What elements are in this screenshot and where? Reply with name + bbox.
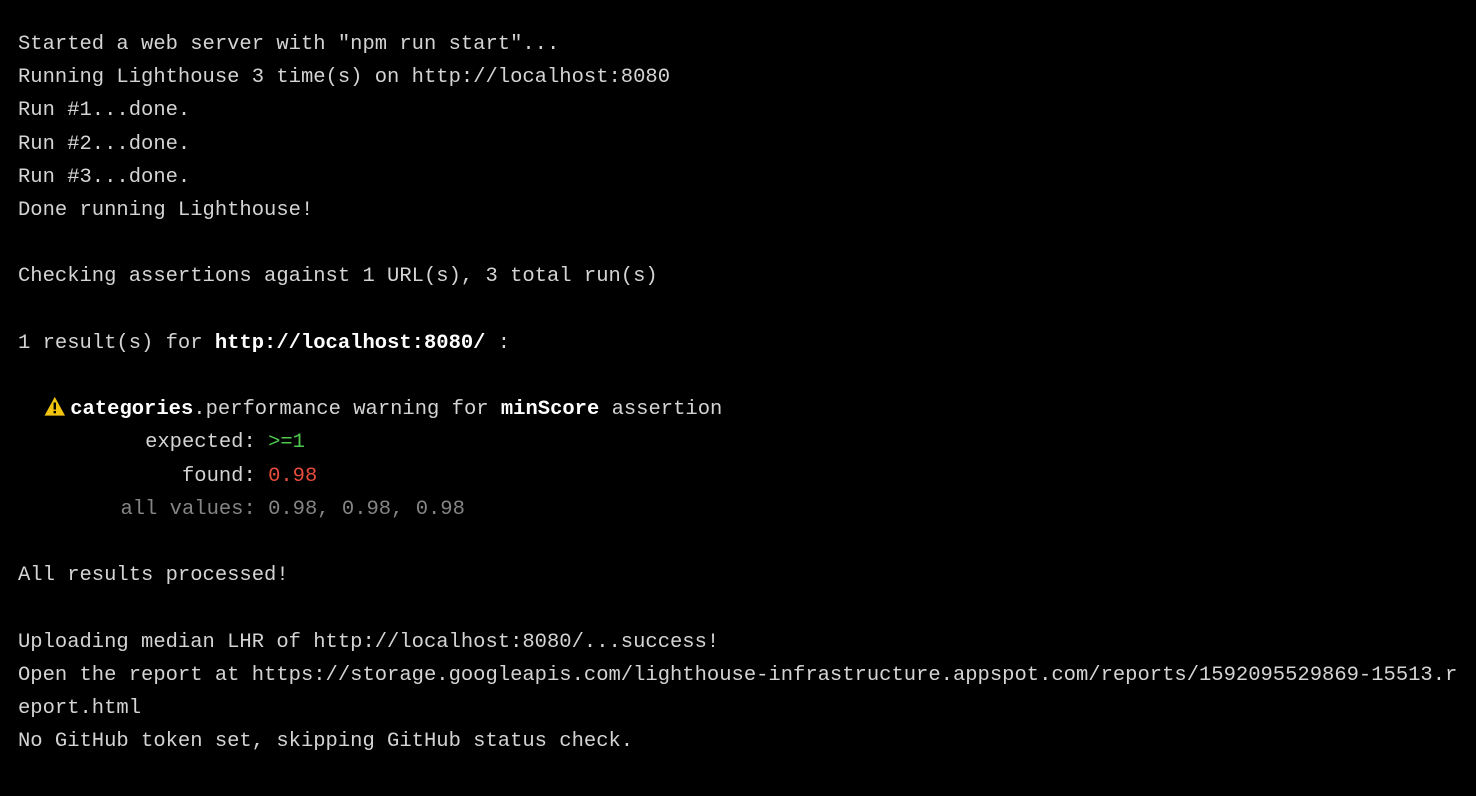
terminal-output: Started a web server with "npm run start… [18,28,1458,758]
blank-line [18,294,1458,327]
expected-label: expected: [108,426,256,459]
assertion-audit: performance [206,398,341,421]
blank-line [18,526,1458,559]
found-value: 0.98 [256,465,318,488]
found-line: found: 0.98 [18,460,1458,493]
blank-line [18,592,1458,625]
assertion-category: categories [70,398,193,421]
assertion-mid: warning for [341,398,501,421]
log-line: Running Lighthouse 3 time(s) on http://l… [18,61,1458,94]
assertion-tail: assertion [599,398,722,421]
log-line: Open the report at https://storage.googl… [18,659,1458,725]
assertion-line: categories.performance warning for minSc… [18,393,1458,426]
expected-line: expected: >=1 [18,426,1458,459]
log-line: Run #1...done. [18,94,1458,127]
all-values-value: 0.98, 0.98, 0.98 [256,498,465,521]
warning-icon [43,396,67,417]
blank-line [18,360,1458,393]
log-line: Run #3...done. [18,161,1458,194]
log-line: Run #2...done. [18,128,1458,161]
log-line: Done running Lighthouse! [18,194,1458,227]
results-header: 1 result(s) for http://localhost:8080/ : [18,327,1458,360]
log-line: All results processed! [18,559,1458,592]
log-line: Uploading median LHR of http://localhost… [18,626,1458,659]
results-url: http://localhost:8080/ [215,332,486,355]
found-label: found: [108,460,256,493]
assertion-key: minScore [501,398,599,421]
blank-line [18,227,1458,260]
expected-value: >=1 [256,431,305,454]
assertion-dot: . [193,398,205,421]
log-line: Checking assertions against 1 URL(s), 3 … [18,260,1458,293]
all-values-label: all values: [108,493,256,526]
log-line: Started a web server with "npm run start… [18,28,1458,61]
all-values-line: all values: 0.98, 0.98, 0.98 [18,493,1458,526]
results-prefix: 1 result(s) for [18,332,215,355]
results-suffix: : [486,332,511,355]
log-line: No GitHub token set, skipping GitHub sta… [18,725,1458,758]
